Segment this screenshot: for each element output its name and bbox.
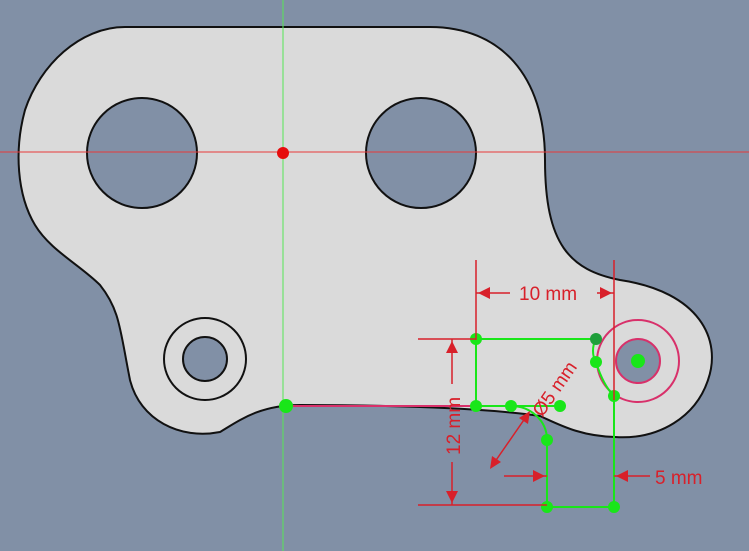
dimension-label-10mm[interactable]: 10 mm bbox=[519, 284, 577, 305]
sketch-point[interactable] bbox=[608, 501, 620, 513]
arrowhead bbox=[533, 470, 545, 482]
hole-large-left[interactable] bbox=[86, 97, 198, 209]
dimension-label-12mm[interactable]: 12 mm bbox=[444, 397, 465, 455]
sketch-point[interactable] bbox=[541, 434, 553, 446]
arrowhead bbox=[490, 456, 501, 469]
sketch-point[interactable] bbox=[470, 400, 482, 412]
sketch-point[interactable] bbox=[590, 333, 602, 345]
hole-large-right[interactable] bbox=[365, 97, 477, 209]
sketch-point[interactable] bbox=[590, 356, 602, 368]
hole-small[interactable] bbox=[182, 336, 228, 382]
3d-viewport[interactable]: 10 mm 12 mm Ø5 mm 5 mm bbox=[0, 0, 749, 551]
sketch-point[interactable] bbox=[541, 501, 553, 513]
sketch-point[interactable] bbox=[279, 399, 293, 413]
sketch-point[interactable] bbox=[505, 400, 517, 412]
part-body[interactable] bbox=[17, 26, 713, 439]
arrowhead bbox=[446, 491, 458, 503]
dimension-line-diameter[interactable] bbox=[491, 413, 529, 467]
sketch-point-center[interactable] bbox=[631, 354, 645, 368]
dimension-label-5mm[interactable]: 5 mm bbox=[655, 468, 703, 489]
arrowhead bbox=[616, 470, 628, 482]
sketch-canvas[interactable]: 10 mm 12 mm Ø5 mm 5 mm bbox=[0, 0, 749, 551]
origin-point[interactable] bbox=[277, 147, 289, 159]
